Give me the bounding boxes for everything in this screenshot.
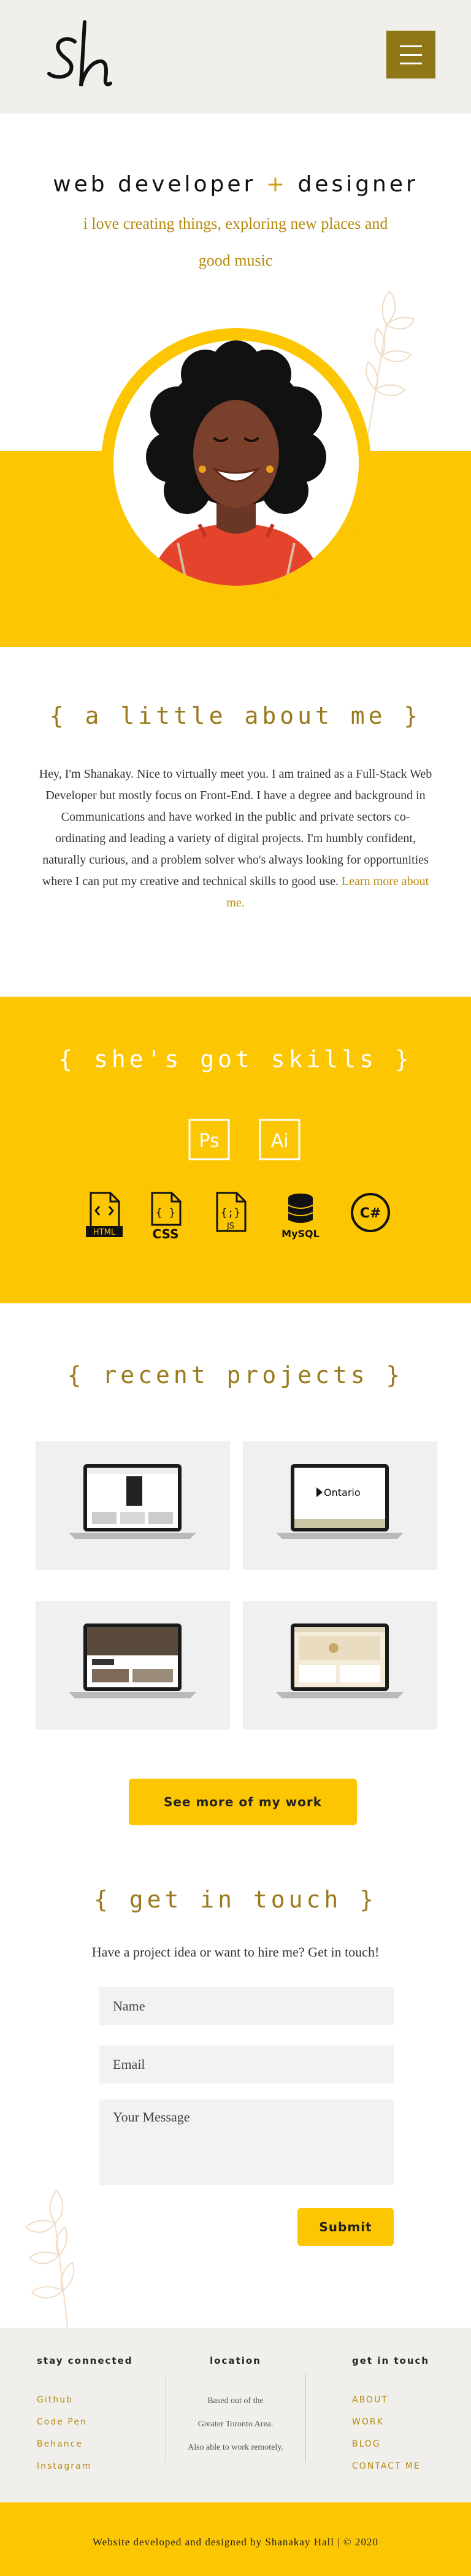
- skill-label: MySQL: [281, 1228, 320, 1240]
- avatar: [101, 328, 371, 598]
- hero-section: web developer + designer i love creating…: [0, 113, 471, 647]
- photoshop-icon: Ps: [188, 1119, 230, 1160]
- projects-section: { recent projects } Ontario See more of …: [0, 1303, 471, 1855]
- site-header: [0, 0, 471, 113]
- projects-title: { recent projects }: [67, 1362, 404, 1389]
- about-section: { a little about me } Hey, I'm Shanakay.…: [0, 647, 471, 997]
- contact-section: { get in touch } Have a project idea or …: [0, 1855, 471, 2328]
- avatar-illustration: [113, 340, 359, 586]
- footer-link-behance[interactable]: Behance: [37, 2439, 83, 2449]
- footer-location-line: Also able to work remotely.: [188, 2443, 283, 2452]
- laptop-mockup-icon: [69, 1464, 196, 1539]
- contact-subtitle: Have a project idea or want to hire me? …: [91, 1944, 380, 1960]
- laptop-mockup-icon: [276, 1623, 404, 1698]
- footer-location-line: Greater Toronto Area.: [197, 2420, 274, 2429]
- project-card[interactable]: [36, 1601, 230, 1730]
- laptop-mockup-icon: Ontario: [276, 1464, 404, 1539]
- skills-section: { she's got skills } Ps Ai HTML { } CSS …: [0, 997, 471, 1303]
- contact-title: { get in touch }: [93, 1886, 378, 1913]
- menu-button[interactable]: [386, 31, 435, 79]
- mysql-database-icon: MySQL: [281, 1194, 320, 1240]
- hero-title-plus: +: [266, 172, 288, 197]
- email-field[interactable]: [99, 2045, 394, 2083]
- footer-link-codepen[interactable]: Code Pen: [37, 2417, 87, 2427]
- hero-title-part1: web developer: [53, 172, 256, 197]
- copyright-bar: Website developed and designed by Shanak…: [0, 2502, 471, 2576]
- hamburger-menu-icon-bar: [400, 63, 422, 64]
- footer-divider: [305, 2374, 306, 2463]
- footer-location-line: Based out of the: [207, 2396, 264, 2405]
- copyright-text: Website developed and designed by Shanak…: [92, 2536, 379, 2548]
- css-file-icon: { } CSS: [151, 1192, 182, 1240]
- laptop-mockup-icon: [69, 1623, 196, 1698]
- svg-text:{;}: {;}: [221, 1206, 241, 1219]
- hero-subtitle: i love creating things, exploring new pl…: [83, 215, 388, 269]
- footer-heading-stay-connected: stay connected: [37, 2355, 133, 2366]
- footer-heading-get-in-touch: get in touch: [352, 2355, 430, 2366]
- about-body: Hey, I'm Shanakay. Nice to virtually mee…: [39, 767, 432, 888]
- footer-link-about[interactable]: ABOUT: [352, 2395, 388, 2405]
- skills-title: { she's got skills }: [58, 1046, 413, 1073]
- hero-title: web developer + designer: [0, 172, 471, 197]
- js-file-icon: {;} JS: [216, 1192, 247, 1232]
- footer-link-contact-me[interactable]: CONTACT ME: [352, 2461, 421, 2471]
- skill-label: Ps: [199, 1130, 219, 1152]
- message-field[interactable]: [99, 2099, 394, 2185]
- svg-text:{ }: { }: [156, 1206, 176, 1219]
- illustrator-icon: Ai: [259, 1119, 301, 1160]
- footer-link-instagram[interactable]: Instagram: [37, 2461, 91, 2471]
- name-field[interactable]: [99, 1987, 394, 2025]
- site-footer: stay connected Github Code Pen Behance I…: [0, 2328, 471, 2502]
- html-file-icon: HTML: [86, 1192, 123, 1237]
- leaf-illustration-icon: [25, 2189, 75, 2328]
- skill-label: Ai: [271, 1130, 289, 1152]
- logo[interactable]: [43, 17, 123, 91]
- hamburger-menu-icon: [400, 45, 422, 47]
- footer-heading-location: location: [210, 2355, 261, 2366]
- project-card[interactable]: [36, 1441, 230, 1570]
- footer-link-github[interactable]: Github: [37, 2395, 73, 2405]
- project-card[interactable]: [243, 1601, 437, 1730]
- hamburger-menu-icon-bar: [400, 54, 422, 56]
- footer-link-blog[interactable]: BLOG: [352, 2439, 381, 2449]
- see-more-work-button[interactable]: See more of my work: [129, 1779, 357, 1825]
- skill-label: HTML: [93, 1228, 116, 1237]
- ontario-screen-text: Ontario: [324, 1487, 361, 1498]
- submit-button[interactable]: Submit: [297, 2208, 394, 2246]
- skill-label: CSS: [153, 1227, 179, 1240]
- skill-label: JS: [226, 1222, 234, 1231]
- about-text: Hey, I'm Shanakay. Nice to virtually mee…: [37, 764, 434, 914]
- skill-label: C#: [360, 1206, 381, 1221]
- footer-link-work[interactable]: WORK: [352, 2417, 384, 2427]
- project-card[interactable]: Ontario: [243, 1441, 437, 1570]
- csharp-icon: C#: [351, 1193, 390, 1232]
- hero-title-part2: designer: [297, 172, 418, 197]
- about-title: { a little about me }: [49, 702, 422, 729]
